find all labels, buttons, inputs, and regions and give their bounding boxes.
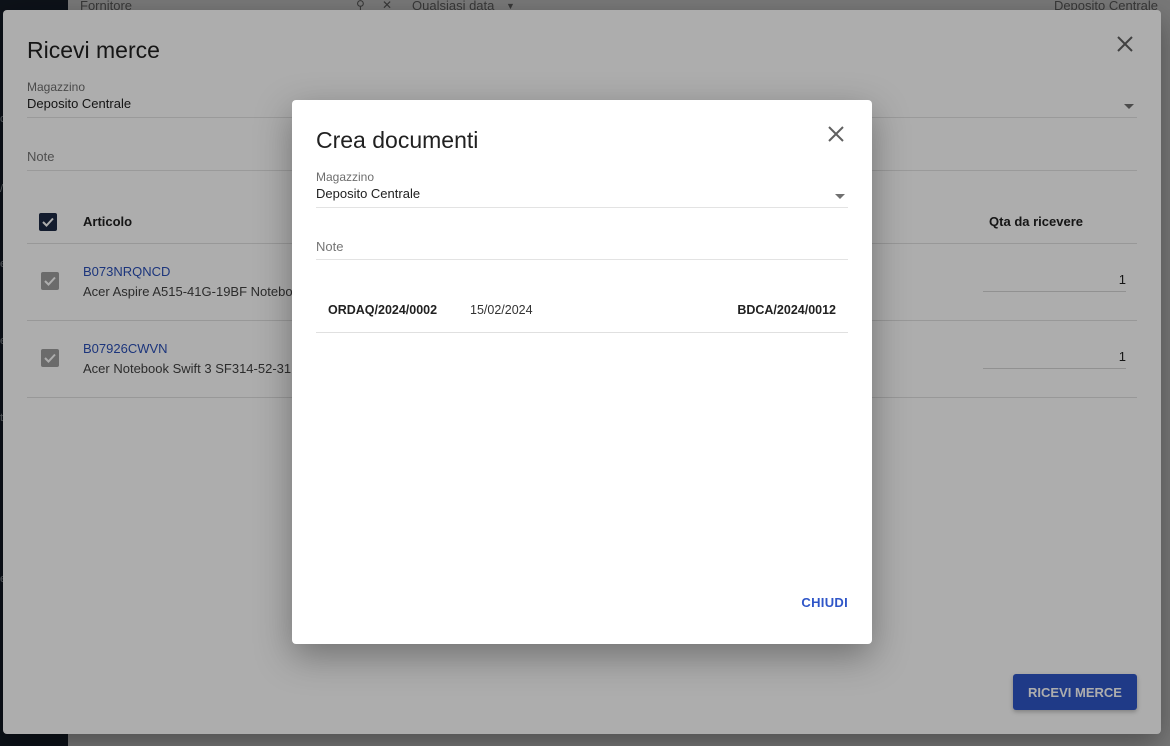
order-number: ORDAQ/2024/0002 [328, 303, 438, 317]
dialog-title: Crea documenti [316, 127, 479, 153]
delivery-note-number: BDCA/2024/0012 [737, 303, 836, 317]
magazzino-label: Magazzino [316, 170, 375, 184]
note-placeholder: Note [316, 239, 344, 254]
document-date: 15/02/2024 [470, 303, 533, 317]
note-field[interactable]: Note [316, 239, 848, 260]
document-row: ORDAQ/2024/0002 15/02/2024 BDCA/2024/001… [316, 290, 848, 333]
close-icon[interactable] [826, 124, 846, 144]
close-button[interactable]: CHIUDI [801, 595, 848, 610]
magazzino-value: Deposito Centrale [316, 186, 421, 201]
magazzino-select[interactable]: Magazzino Deposito Centrale [316, 170, 848, 208]
create-documents-dialog: Crea documenti Magazzino Deposito Centra… [292, 100, 872, 644]
chevron-down-icon[interactable] [835, 194, 845, 199]
